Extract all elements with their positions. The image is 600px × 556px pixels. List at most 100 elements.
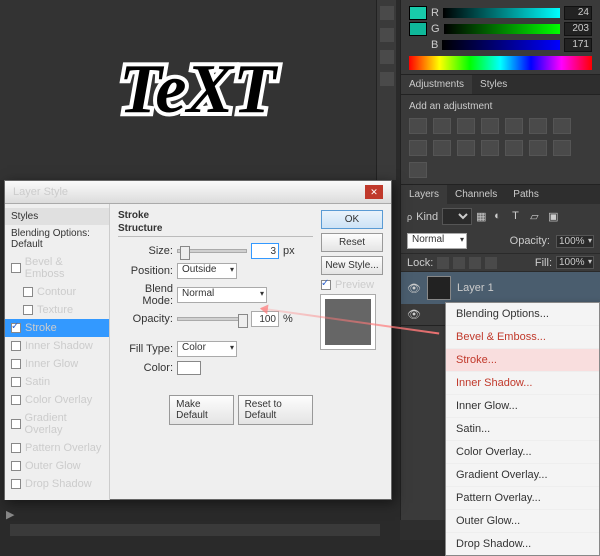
position-select[interactable]: Outside <box>177 263 237 279</box>
tool-icon[interactable] <box>380 28 394 42</box>
blend-select[interactable]: Normal <box>177 287 267 303</box>
lock-position-icon[interactable] <box>469 257 481 269</box>
tab-paths[interactable]: Paths <box>505 185 547 204</box>
layer-style-context-menu: Blending Options... Bevel & Emboss... St… <box>445 302 600 556</box>
sb-inner-glow[interactable]: Inner Glow <box>5 355 109 373</box>
b-label: B <box>431 39 438 51</box>
lock-transparent-icon[interactable] <box>437 257 449 269</box>
r-value[interactable]: 24 <box>564 6 592 20</box>
levels-icon[interactable] <box>433 118 451 134</box>
foreground-swatch[interactable] <box>409 6 427 20</box>
selective-color-icon[interactable] <box>409 162 427 178</box>
lock-pixels-icon[interactable] <box>453 257 465 269</box>
styles-header[interactable]: Styles <box>5 208 109 225</box>
size-input[interactable] <box>251 243 279 259</box>
filter-smart-icon[interactable]: ▣ <box>548 210 562 224</box>
channel-mixer-icon[interactable] <box>433 140 451 156</box>
menu-stroke[interactable]: Stroke... <box>446 348 599 371</box>
fill-input[interactable]: 100% <box>556 256 594 269</box>
brightness-icon[interactable] <box>409 118 427 134</box>
posterize-icon[interactable] <box>505 140 523 156</box>
menu-drop-shadow[interactable]: Drop Shadow... <box>446 532 599 555</box>
layer-thumbnail[interactable] <box>427 276 451 300</box>
new-style-button[interactable]: New Style... <box>321 256 383 275</box>
reset-button[interactable]: Reset <box>321 233 383 252</box>
kind-filter[interactable] <box>442 208 472 225</box>
visibility-icon[interactable]: 👁 <box>407 282 421 295</box>
menu-gradient-overlay[interactable]: Gradient Overlay... <box>446 463 599 486</box>
opacity-input[interactable] <box>251 311 279 327</box>
ok-button[interactable]: OK <box>321 210 383 229</box>
sb-outer-glow[interactable]: Outer Glow <box>5 457 109 475</box>
visibility-icon[interactable]: 👁 <box>407 308 421 321</box>
lock-all-icon[interactable] <box>485 257 497 269</box>
curves-icon[interactable] <box>457 118 475 134</box>
dialog-right: OK Reset New Style... Preview <box>321 204 391 500</box>
sb-satin[interactable]: Satin <box>5 373 109 391</box>
opacity-input[interactable]: 100% <box>556 235 594 248</box>
opacity-slider[interactable] <box>177 317 247 321</box>
tool-icon[interactable] <box>380 6 394 20</box>
blending-options-default[interactable]: Blending Options: Default <box>5 225 109 253</box>
preview-checkbox[interactable] <box>321 280 331 290</box>
menu-blending-options[interactable]: Blending Options... <box>446 303 599 325</box>
tool-icon[interactable] <box>380 50 394 64</box>
layer-item[interactable]: 👁 Layer 1 <box>401 272 600 304</box>
sb-stroke[interactable]: Stroke <box>5 319 109 337</box>
menu-outer-glow[interactable]: Outer Glow... <box>446 509 599 532</box>
sb-drop-shadow[interactable]: Drop Shadow <box>5 475 109 493</box>
close-button[interactable]: ✕ <box>365 185 383 199</box>
sb-bevel[interactable]: Bevel & Emboss <box>5 253 109 283</box>
menu-inner-shadow[interactable]: Inner Shadow... <box>446 371 599 394</box>
background-swatch[interactable] <box>409 22 427 36</box>
size-slider[interactable] <box>177 249 247 253</box>
sb-contour[interactable]: Contour <box>5 283 109 301</box>
menu-inner-glow[interactable]: Inner Glow... <box>446 394 599 417</box>
tab-layers[interactable]: Layers <box>401 185 447 204</box>
reset-default-button[interactable]: Reset to Default <box>238 395 313 425</box>
lookup-icon[interactable] <box>457 140 475 156</box>
filter-shape-icon[interactable]: ▱ <box>530 210 544 224</box>
filter-adjust-icon[interactable]: ◐ <box>494 210 508 224</box>
layer-style-dialog: Layer Style ✕ Styles Blending Options: D… <box>4 180 392 500</box>
filter-type-icon[interactable]: T <box>512 210 526 224</box>
sb-pattern-overlay[interactable]: Pattern Overlay <box>5 439 109 457</box>
menu-bevel-emboss[interactable]: Bevel & Emboss... <box>446 325 599 348</box>
hue-icon[interactable] <box>529 118 547 134</box>
play-icon[interactable]: ▶ <box>6 508 14 521</box>
blend-mode-select[interactable]: Normal <box>407 233 467 249</box>
layer-name[interactable]: Layer 1 <box>457 282 494 294</box>
g-value[interactable]: 203 <box>564 22 592 36</box>
photo-filter-icon[interactable] <box>409 140 427 156</box>
threshold-icon[interactable] <box>529 140 547 156</box>
b-value[interactable]: 171 <box>564 38 592 52</box>
menu-satin[interactable]: Satin... <box>446 417 599 440</box>
invert-icon[interactable] <box>481 140 499 156</box>
dialog-main: Stroke Structure Size: px Position: Outs… <box>110 204 321 500</box>
sb-gradient-overlay[interactable]: Gradient Overlay <box>5 409 109 439</box>
color-swatch[interactable] <box>177 361 201 375</box>
g-slider[interactable] <box>444 24 560 34</box>
sb-color-overlay[interactable]: Color Overlay <box>5 391 109 409</box>
tab-adjustments[interactable]: Adjustments <box>401 75 472 94</box>
canvas-area[interactable]: TeXT <box>0 0 395 180</box>
sb-texture[interactable]: Texture <box>5 301 109 319</box>
gradient-map-icon[interactable] <box>553 140 571 156</box>
bw-icon[interactable] <box>553 118 571 134</box>
sb-inner-shadow[interactable]: Inner Shadow <box>5 337 109 355</box>
spectrum-bar[interactable] <box>409 56 592 70</box>
menu-color-overlay[interactable]: Color Overlay... <box>446 440 599 463</box>
filter-pixel-icon[interactable]: ▦ <box>476 210 490 224</box>
tab-styles[interactable]: Styles <box>472 75 515 94</box>
menu-pattern-overlay[interactable]: Pattern Overlay... <box>446 486 599 509</box>
exposure-icon[interactable] <box>481 118 499 134</box>
horizontal-scrollbar[interactable] <box>10 524 380 536</box>
tab-channels[interactable]: Channels <box>447 185 505 204</box>
filltype-select[interactable]: Color <box>177 341 237 357</box>
b-slider[interactable] <box>442 40 560 50</box>
make-default-button[interactable]: Make Default <box>169 395 233 425</box>
r-slider[interactable] <box>443 8 560 18</box>
tool-icon[interactable] <box>380 72 394 86</box>
dialog-titlebar[interactable]: Layer Style ✕ <box>5 181 391 204</box>
vibrance-icon[interactable] <box>505 118 523 134</box>
